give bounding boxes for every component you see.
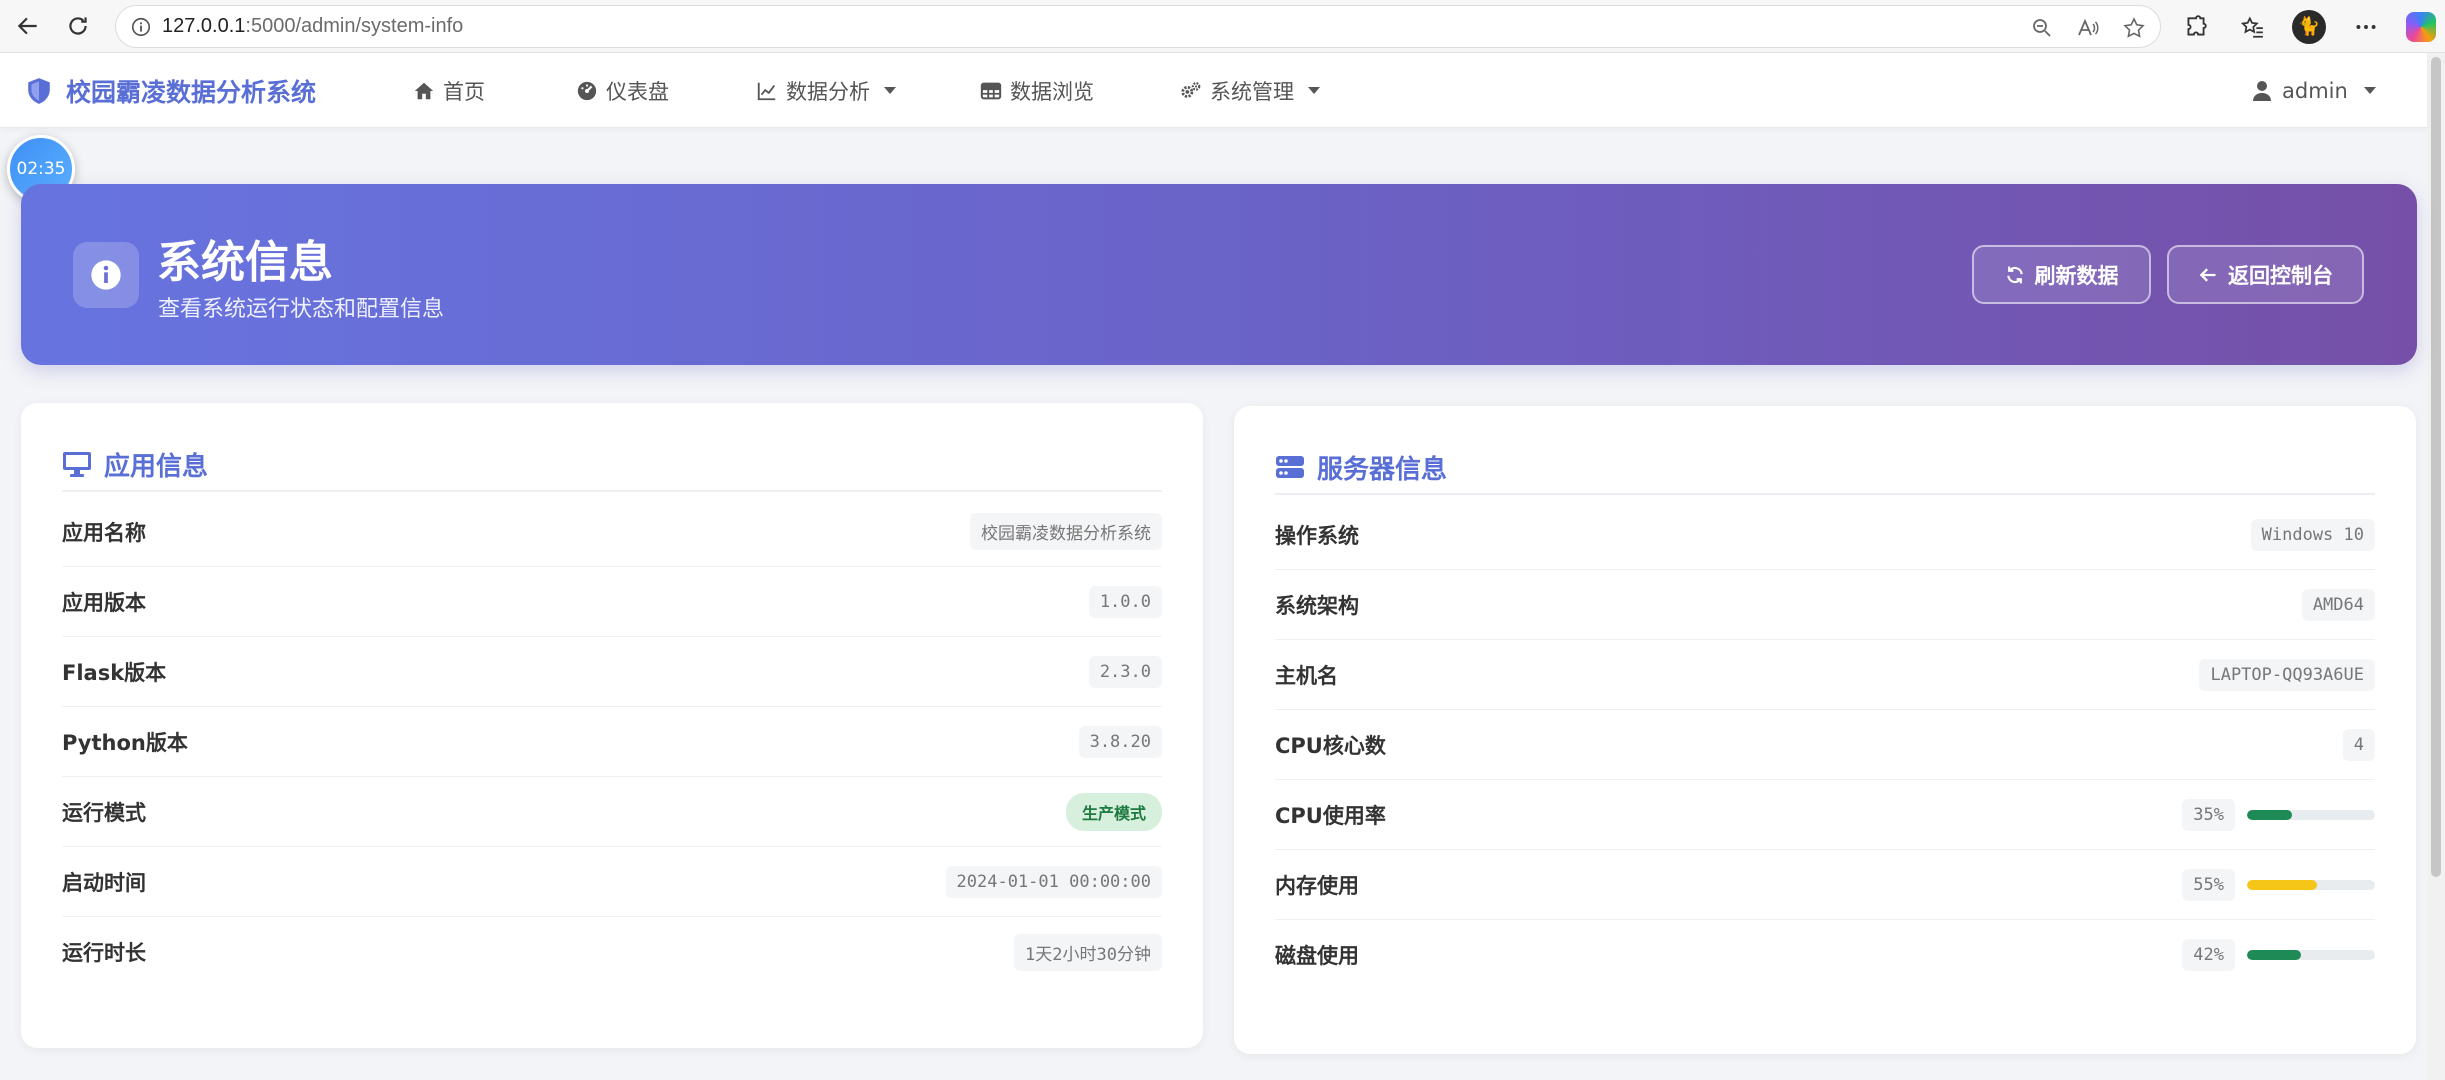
info-row-start-time: 启动时间 2024-01-01 00:00:00 <box>62 847 1162 917</box>
arrow-left-icon <box>2199 267 2216 282</box>
nav-data-browse[interactable]: 数据浏览 <box>980 53 1094 128</box>
page-title: 系统信息 <box>157 237 333 288</box>
info-row-cpu-usage: CPU使用率 35% <box>1275 780 2375 850</box>
home-icon <box>414 82 434 99</box>
info-row-hostname: 主机名 LAPTOP-QQ93A6UE <box>1275 640 2375 710</box>
refresh-button[interactable]: 刷新数据 <box>1972 245 2151 304</box>
nav-data-analysis[interactable]: 数据分析 <box>756 53 896 128</box>
info-row-cpu-cores: CPU核心数 4 <box>1275 710 2375 780</box>
user-menu[interactable]: admin <box>2252 53 2376 128</box>
status-badge: 生产模式 <box>1065 792 1162 831</box>
info-row-app-version: 应用版本 1.0.0 <box>62 567 1162 637</box>
info-row-uptime: 运行时长 1天2小时30分钟 <box>62 917 1162 987</box>
extensions-button[interactable] <box>2180 11 2212 43</box>
memory-usage-bar <box>2247 879 2375 890</box>
read-aloud-icon[interactable] <box>2076 16 2100 40</box>
browser-toolbar: 127.0.0.1:5000/admin/system-info 🐈 <box>0 0 2445 53</box>
cpu-usage-fill <box>2247 809 2292 820</box>
nav-home[interactable]: 首页 <box>413 53 485 128</box>
info-row-disk-usage: 磁盘使用 42% <box>1275 920 2375 990</box>
cpu-usage-bar <box>2247 809 2375 820</box>
copilot-icon[interactable] <box>2406 11 2436 42</box>
table-icon <box>980 82 1002 99</box>
more-menu-button[interactable] <box>2350 11 2382 43</box>
shield-icon <box>28 77 50 104</box>
info-row-memory-usage: 内存使用 55% <box>1275 850 2375 920</box>
ellipsis-icon <box>2356 24 2376 29</box>
favorite-star-icon[interactable] <box>2122 16 2146 40</box>
reload-button[interactable] <box>56 4 100 48</box>
server-info-card: 服务器信息 操作系统 Windows 10 系统架构 AMD64 主机名 LAP… <box>1234 406 2416 1054</box>
app-info-header: 应用信息 <box>62 438 1162 492</box>
profile-avatar[interactable]: 🐈 <box>2292 9 2326 44</box>
info-row-arch: 系统架构 AMD64 <box>1275 570 2375 640</box>
line-chart-icon <box>757 82 776 100</box>
back-button[interactable] <box>6 4 50 48</box>
puzzle-icon <box>2187 14 2207 36</box>
chevron-down-icon <box>2363 87 2376 94</box>
gauge-icon <box>577 81 597 100</box>
url-text: 127.0.0.1:5000/admin/system-info <box>162 15 464 37</box>
info-row-flask-version: Flask版本 2.3.0 <box>62 637 1162 707</box>
nav-dashboard[interactable]: 仪表盘 <box>576 53 669 128</box>
chevron-down-icon <box>884 87 896 94</box>
disk-usage-fill <box>2247 950 2301 960</box>
sync-icon <box>2006 266 2023 283</box>
back-to-console-button[interactable]: 返回控制台 <box>2167 245 2364 304</box>
site-info-icon[interactable] <box>130 16 152 38</box>
info-row-app-name: 应用名称 校园霸凌数据分析系统 <box>62 497 1162 567</box>
page-subtitle: 查看系统运行状态和配置信息 <box>158 297 445 322</box>
memory-usage-fill <box>2247 879 2318 890</box>
zoom-out-icon[interactable] <box>2030 16 2054 40</box>
info-row-os: 操作系统 Windows 10 <box>1275 500 2375 570</box>
page-header: 系统信息 查看系统运行状态和配置信息 刷新数据 返回控制台 <box>21 184 2417 365</box>
info-row-run-mode: 运行模式 生产模式 <box>62 777 1162 847</box>
server-info-header: 服务器信息 <box>1275 441 2375 495</box>
gears-icon <box>1181 81 1201 98</box>
info-icon <box>73 242 139 308</box>
disk-usage-bar <box>2247 950 2375 960</box>
desktop-icon <box>63 452 91 477</box>
app-info-card: 应用信息 应用名称 校园霸凌数据分析系统 应用版本 1.0.0 Flask版本 … <box>21 403 1203 1048</box>
favorites-button[interactable] <box>2236 11 2268 43</box>
nav-system-admin[interactable]: 系统管理 <box>1180 53 1320 128</box>
scrollbar-thumb[interactable] <box>2431 57 2441 877</box>
brand-link[interactable]: 校园霸凌数据分析系统 <box>26 53 316 128</box>
app-navbar: 校园霸凌数据分析系统 首页 仪表盘 数据分析 数据浏览 系统管理 admin <box>0 53 2427 128</box>
reload-icon <box>69 17 87 35</box>
address-bar[interactable]: 127.0.0.1:5000/admin/system-info <box>115 5 2161 48</box>
arrow-left-icon <box>17 17 37 35</box>
info-row-python-version: Python版本 3.8.20 <box>62 707 1162 777</box>
server-icon <box>1276 456 1304 478</box>
user-icon <box>2253 80 2271 101</box>
brand-title: 校园霸凌数据分析系统 <box>66 77 317 107</box>
chevron-down-icon <box>1308 87 1320 94</box>
page-scrollbar[interactable] <box>2427 53 2445 1080</box>
favorites-list-icon <box>2240 15 2263 38</box>
